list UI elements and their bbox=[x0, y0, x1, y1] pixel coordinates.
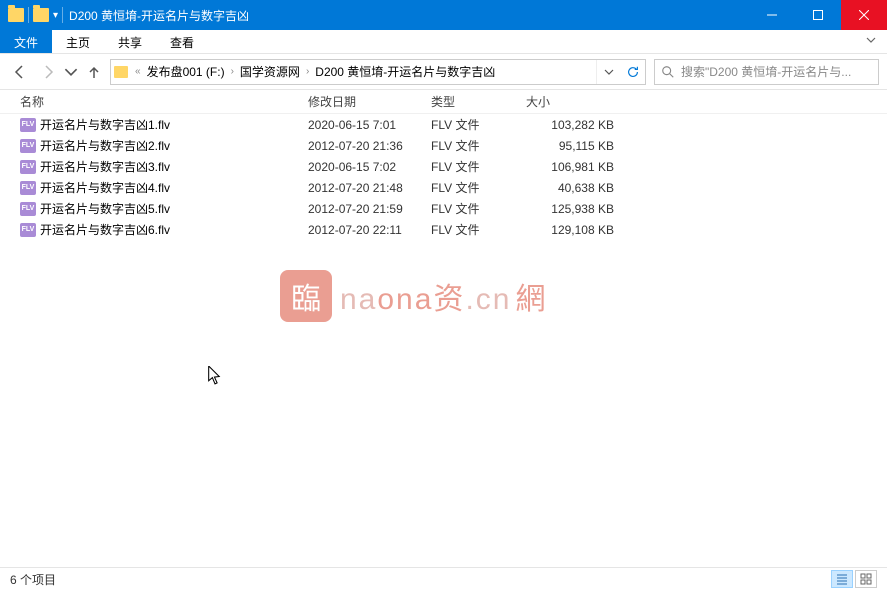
column-headers: 名称 修改日期 类型 大小 bbox=[0, 90, 887, 114]
ribbon-expand-icon[interactable] bbox=[855, 30, 887, 53]
status-count: 6 个项目 bbox=[10, 571, 56, 588]
tab-file[interactable]: 文件 bbox=[0, 30, 52, 53]
ribbon-tabs: 文件 主页 共享 查看 bbox=[0, 30, 887, 54]
file-size: 125,938 KB bbox=[520, 202, 620, 216]
file-name: 开运名片与数字吉凶1.flv bbox=[40, 116, 170, 133]
separator bbox=[28, 7, 29, 23]
close-button[interactable] bbox=[841, 0, 887, 30]
file-row[interactable]: FLV 开运名片与数字吉凶4.flv 2012-07-20 21:48FLV 文件4… bbox=[0, 177, 887, 198]
breadcrumb-item[interactable]: 国学资源网 bbox=[238, 63, 302, 80]
refresh-button[interactable] bbox=[621, 60, 645, 84]
column-header-date[interactable]: 修改日期 bbox=[302, 93, 425, 110]
breadcrumb: « 发布盘001 (F:) › 国学资源网 › D200 黄恒堉-开运名片与数字… bbox=[131, 63, 596, 80]
file-date: 2012-07-20 22:11 bbox=[302, 223, 425, 237]
file-size: 40,638 KB bbox=[520, 181, 620, 195]
flv-icon: FLV bbox=[20, 223, 36, 237]
recent-dropdown-icon[interactable] bbox=[64, 60, 78, 84]
separator bbox=[62, 7, 63, 23]
file-name: 开运名片与数字吉凶2.flv bbox=[40, 137, 170, 154]
forward-button[interactable] bbox=[36, 60, 60, 84]
flv-icon: FLV bbox=[20, 118, 36, 132]
file-date: 2012-07-20 21:36 bbox=[302, 139, 425, 153]
folder-icon bbox=[111, 66, 131, 78]
file-date: 2020-06-15 7:02 bbox=[302, 160, 425, 174]
details-view-button[interactable] bbox=[831, 570, 853, 588]
file-row[interactable]: FLV 开运名片与数字吉凶2.flv 2012-07-20 21:36FLV 文件9… bbox=[0, 135, 887, 156]
file-name: 开运名片与数字吉凶5.flv bbox=[40, 200, 170, 217]
file-type: FLV 文件 bbox=[425, 158, 520, 175]
file-date: 2012-07-20 21:59 bbox=[302, 202, 425, 216]
titlebar: ▾ D200 黄恒堉-开运名片与数字吉凶 bbox=[0, 0, 887, 30]
file-name: 开运名片与数字吉凶4.flv bbox=[40, 179, 170, 196]
search-icon bbox=[661, 65, 675, 79]
file-name: 开运名片与数字吉凶6.flv bbox=[40, 221, 170, 238]
address-dropdown-icon[interactable] bbox=[597, 60, 621, 84]
file-type: FLV 文件 bbox=[425, 137, 520, 154]
breadcrumb-item[interactable]: 发布盘001 (F:) bbox=[145, 63, 227, 80]
window-title: D200 黄恒堉-开运名片与数字吉凶 bbox=[69, 7, 249, 24]
watermark-seal: 臨 bbox=[280, 270, 332, 322]
chevron-right-icon[interactable]: › bbox=[227, 66, 238, 77]
flv-icon: FLV bbox=[20, 181, 36, 195]
file-size: 106,981 KB bbox=[520, 160, 620, 174]
view-mode-buttons bbox=[831, 570, 877, 588]
breadcrumb-item[interactable]: D200 黄恒堉-开运名片与数字吉凶 bbox=[313, 63, 497, 80]
file-type: FLV 文件 bbox=[425, 179, 520, 196]
file-date: 2012-07-20 21:48 bbox=[302, 181, 425, 195]
file-list-view: 名称 修改日期 类型 大小 FLV 开运名片与数字吉凶1.flv 2020-06-1… bbox=[0, 90, 887, 567]
file-date: 2020-06-15 7:01 bbox=[302, 118, 425, 132]
column-header-name[interactable]: 名称 bbox=[14, 93, 302, 110]
tab-share[interactable]: 共享 bbox=[104, 30, 156, 53]
navigation-bar: « 发布盘001 (F:) › 国学资源网 › D200 黄恒堉-开运名片与数字… bbox=[0, 54, 887, 90]
minimize-button[interactable] bbox=[749, 0, 795, 30]
file-size: 95,115 KB bbox=[520, 139, 620, 153]
up-button[interactable] bbox=[82, 60, 106, 84]
search-input[interactable]: 搜索"D200 黄恒堉-开运名片与... bbox=[654, 59, 879, 85]
flv-icon: FLV bbox=[20, 139, 36, 153]
cursor-icon bbox=[207, 366, 223, 391]
file-name: 开运名片与数字吉凶3.flv bbox=[40, 158, 170, 175]
file-size: 129,108 KB bbox=[520, 223, 620, 237]
watermark: 臨 naona资.cn網 bbox=[280, 270, 547, 322]
qat-dropdown-icon[interactable]: ▾ bbox=[53, 10, 58, 21]
chevron-right-icon[interactable]: › bbox=[302, 66, 313, 77]
file-size: 103,282 KB bbox=[520, 118, 620, 132]
file-row[interactable]: FLV 开运名片与数字吉凶5.flv 2012-07-20 21:59FLV 文件1… bbox=[0, 198, 887, 219]
thumbnails-view-button[interactable] bbox=[855, 570, 877, 588]
flv-icon: FLV bbox=[20, 202, 36, 216]
window-controls bbox=[749, 0, 887, 30]
maximize-button[interactable] bbox=[795, 0, 841, 30]
watermark-text: naona资.cn網 bbox=[340, 274, 547, 318]
tab-home[interactable]: 主页 bbox=[52, 30, 104, 53]
column-header-size[interactable]: 大小 bbox=[520, 93, 620, 110]
file-type: FLV 文件 bbox=[425, 221, 520, 238]
file-type: FLV 文件 bbox=[425, 200, 520, 217]
file-row[interactable]: FLV 开运名片与数字吉凶3.flv 2020-06-15 7:02FLV 文件10… bbox=[0, 156, 887, 177]
address-bar[interactable]: « 发布盘001 (F:) › 国学资源网 › D200 黄恒堉-开运名片与数字… bbox=[110, 59, 646, 85]
statusbar: 6 个项目 bbox=[0, 567, 887, 590]
flv-icon: FLV bbox=[20, 160, 36, 174]
tab-view[interactable]: 查看 bbox=[156, 30, 208, 53]
app-icon[interactable] bbox=[8, 8, 24, 22]
breadcrumb-prefix[interactable]: « bbox=[131, 66, 145, 77]
back-button[interactable] bbox=[8, 60, 32, 84]
file-row[interactable]: FLV 开运名片与数字吉凶1.flv 2020-06-15 7:01FLV 文件10… bbox=[0, 114, 887, 135]
search-placeholder: 搜索"D200 黄恒堉-开运名片与... bbox=[681, 63, 851, 80]
qat-icon[interactable] bbox=[33, 8, 49, 22]
quick-access-toolbar: ▾ bbox=[0, 7, 63, 23]
file-type: FLV 文件 bbox=[425, 116, 520, 133]
file-row[interactable]: FLV 开运名片与数字吉凶6.flv 2012-07-20 22:11FLV 文件1… bbox=[0, 219, 887, 240]
column-header-type[interactable]: 类型 bbox=[425, 93, 520, 110]
